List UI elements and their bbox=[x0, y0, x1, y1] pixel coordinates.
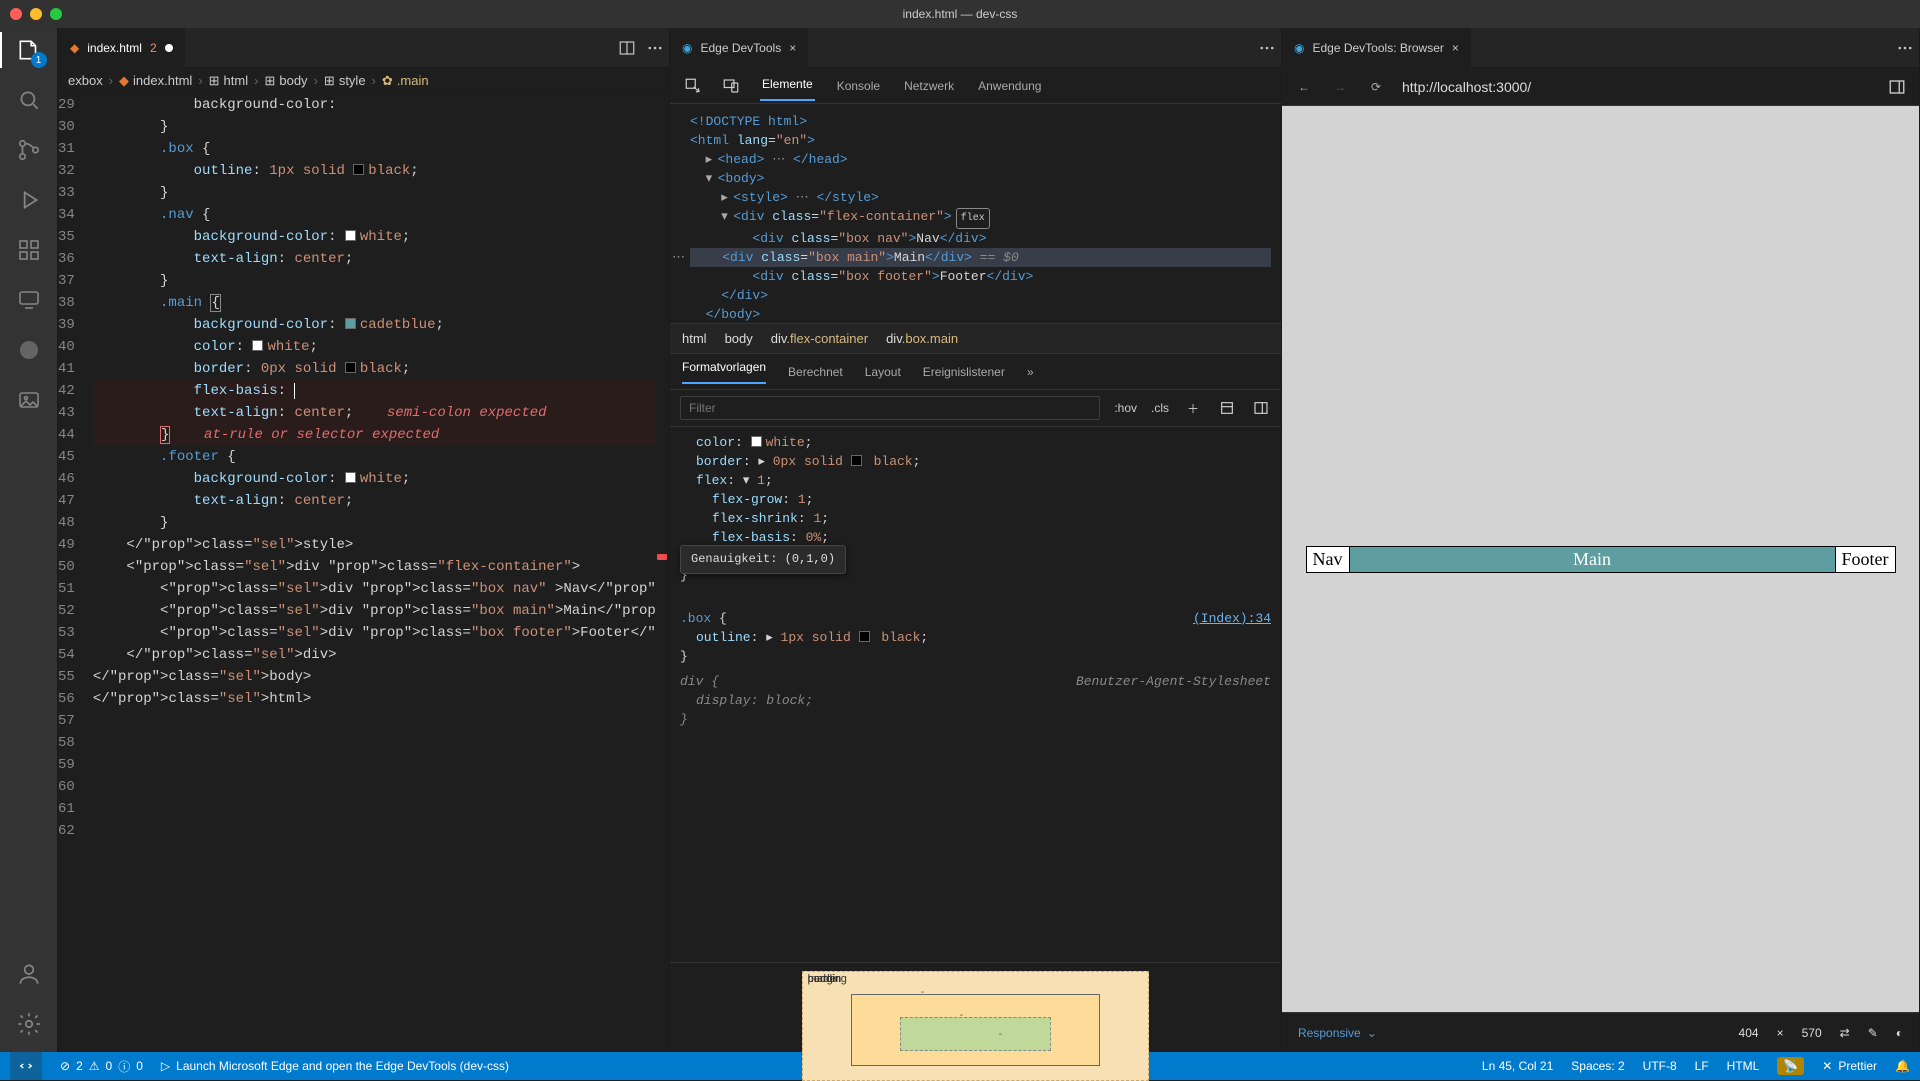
device-toolbar: Responsive ⌄ 404 × 570 ⇄ ✎ ◐ bbox=[1282, 1012, 1919, 1052]
back-icon[interactable]: ← bbox=[1292, 75, 1316, 99]
device-select[interactable]: Responsive ⌄ bbox=[1298, 1026, 1377, 1040]
styles-filter-row: :hov .cls ＋ bbox=[670, 390, 1281, 427]
bell-icon[interactable]: 🔔 bbox=[1895, 1059, 1910, 1073]
images-icon[interactable] bbox=[15, 386, 43, 414]
tab-ereignislistener[interactable]: Ereignislistener bbox=[923, 365, 1005, 379]
inspect-icon[interactable] bbox=[684, 77, 702, 95]
tab-netzwerk[interactable]: Netzwerk bbox=[902, 73, 956, 99]
titlebar: index.html — dev-css bbox=[0, 0, 1920, 28]
cursor-position[interactable]: Ln 45, Col 21 bbox=[1482, 1059, 1553, 1073]
preview-footer: Footer bbox=[1835, 547, 1895, 572]
emulate-icon[interactable]: ◐ bbox=[1896, 1026, 1903, 1040]
box-model[interactable]: margin- border- padding- bbox=[670, 962, 1281, 1052]
more-actions-icon[interactable] bbox=[1253, 34, 1281, 62]
code-editor[interactable]: 2930313233343536373839404142434445464748… bbox=[58, 94, 669, 1052]
minimap[interactable] bbox=[655, 94, 669, 1052]
reload-icon[interactable]: ⟳ bbox=[1364, 75, 1388, 99]
browser-tabs: ◉ Edge DevTools: Browser × bbox=[1282, 28, 1919, 68]
page-viewport[interactable]: Nav Main Footer Responsive ⌄ 404 × 570 ⇄… bbox=[1282, 106, 1919, 1052]
go-live-icon[interactable]: 📡 bbox=[1777, 1057, 1804, 1075]
edge-icon[interactable] bbox=[15, 336, 43, 364]
cls-toggle[interactable]: .cls bbox=[1151, 401, 1169, 415]
tab-formatvorlagen[interactable]: Formatvorlagen bbox=[682, 360, 766, 384]
toggle-icon[interactable] bbox=[1885, 75, 1909, 99]
specificity-tooltip: Genauigkeit: (0,1,0) bbox=[680, 545, 846, 574]
forward-icon[interactable]: → bbox=[1328, 75, 1352, 99]
styles-filter-input[interactable] bbox=[680, 396, 1100, 420]
viewport-width[interactable]: 404 bbox=[1739, 1026, 1759, 1040]
eol-indicator[interactable]: LF bbox=[1695, 1059, 1709, 1073]
account-icon[interactable] bbox=[15, 960, 43, 988]
dom-tree[interactable]: <!DOCTYPE html> <html lang="en"> ▸<head>… bbox=[670, 104, 1281, 324]
split-editor-icon[interactable] bbox=[613, 34, 641, 62]
breadcrumb[interactable]: exbox› ◆ index.html› ⊞ html› ⊞ body› ⊞ s… bbox=[58, 68, 669, 94]
editor-tabs: ◆ index.html 2 bbox=[58, 28, 669, 68]
preview-main: Main bbox=[1350, 547, 1835, 572]
tab-error-count: 2 bbox=[150, 41, 157, 55]
tab-elemente[interactable]: Elemente bbox=[760, 71, 815, 101]
language-indicator[interactable]: HTML bbox=[1727, 1059, 1760, 1073]
device-toggle-icon[interactable] bbox=[722, 77, 740, 95]
dirty-indicator-icon bbox=[165, 44, 173, 52]
tab-berechnet[interactable]: Berechnet bbox=[788, 365, 843, 379]
viewport-height[interactable]: 570 bbox=[1802, 1026, 1822, 1040]
more-actions-icon[interactable] bbox=[1891, 34, 1919, 62]
explorer-icon[interactable]: 1 bbox=[15, 36, 43, 64]
close-icon[interactable]: × bbox=[789, 41, 796, 55]
launch-button[interactable]: ▷ Launch Microsoft Edge and open the Edg… bbox=[161, 1059, 509, 1073]
more-actions-icon[interactable] bbox=[641, 34, 669, 62]
preview-nav: Nav bbox=[1307, 547, 1350, 572]
tab-edge-devtools[interactable]: ◉ Edge DevTools × bbox=[670, 28, 809, 68]
activity-bar: 1 bbox=[0, 28, 58, 1052]
gear-icon[interactable] bbox=[15, 1010, 43, 1038]
indent-indicator[interactable]: Spaces: 2 bbox=[1571, 1059, 1624, 1073]
tab-anwendung[interactable]: Anwendung bbox=[976, 73, 1043, 99]
tab-index-html[interactable]: ◆ index.html 2 bbox=[58, 28, 186, 68]
extensions-icon[interactable] bbox=[15, 236, 43, 264]
styles-pane[interactable]: color: white; border: ▸ 0px solid black;… bbox=[670, 427, 1281, 962]
debug-icon[interactable] bbox=[15, 186, 43, 214]
address-bar: ← → ⟳ bbox=[1282, 68, 1919, 106]
hov-toggle[interactable]: :hov bbox=[1114, 401, 1137, 415]
remote-icon[interactable] bbox=[15, 286, 43, 314]
tab-label: index.html bbox=[87, 41, 142, 55]
computed-icon[interactable] bbox=[1217, 398, 1237, 418]
screenshot-icon[interactable]: ✎ bbox=[1868, 1026, 1878, 1040]
new-style-icon[interactable]: ＋ bbox=[1183, 398, 1203, 418]
source-link[interactable]: (Index):34 bbox=[1193, 609, 1271, 628]
prettier-indicator[interactable]: ✕ Prettier bbox=[1822, 1059, 1877, 1073]
tab-layout[interactable]: Layout bbox=[865, 365, 901, 379]
source-control-icon[interactable] bbox=[15, 136, 43, 164]
panel-icon[interactable] bbox=[1251, 398, 1271, 418]
overflow-icon[interactable]: » bbox=[1027, 365, 1034, 379]
close-icon[interactable]: × bbox=[1452, 41, 1459, 55]
encoding-indicator[interactable]: UTF-8 bbox=[1643, 1059, 1677, 1073]
rotate-icon[interactable]: ⇄ bbox=[1840, 1026, 1850, 1040]
search-icon[interactable] bbox=[15, 86, 43, 114]
tab-konsole[interactable]: Konsole bbox=[835, 73, 882, 99]
remote-indicator[interactable] bbox=[10, 1052, 42, 1080]
dom-path[interactable]: html body div.flex-container div.box.mai… bbox=[670, 324, 1281, 354]
devtools-panels: Elemente Konsole Netzwerk Anwendung bbox=[670, 68, 1281, 104]
window-title: index.html — dev-css bbox=[0, 7, 1920, 21]
styles-tabs: Formatvorlagen Berechnet Layout Ereignis… bbox=[670, 354, 1281, 390]
explorer-badge: 1 bbox=[31, 52, 47, 68]
url-input[interactable] bbox=[1400, 78, 1873, 96]
problems-indicator[interactable]: ⊘2 ⚠0 ⓘ0 bbox=[60, 1058, 143, 1075]
devtools-tabs: ◉ Edge DevTools × bbox=[670, 28, 1281, 68]
tab-edge-browser[interactable]: ◉ Edge DevTools: Browser × bbox=[1282, 28, 1472, 68]
